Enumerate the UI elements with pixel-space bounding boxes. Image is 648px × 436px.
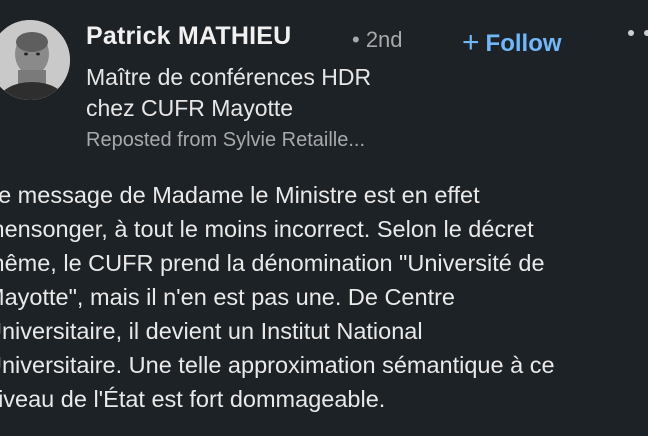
post-body-line: Universitaire. Une telle approximation s… bbox=[0, 352, 555, 378]
repost-attribution[interactable]: Reposted from Sylvie Retaille... bbox=[86, 129, 365, 152]
plus-icon: + bbox=[462, 26, 480, 59]
headline-line: chez CUFR Mayotte bbox=[86, 95, 294, 121]
profile-photo-icon bbox=[0, 20, 70, 100]
follow-label: Follow bbox=[485, 30, 562, 57]
author-avatar[interactable] bbox=[0, 20, 70, 100]
post-body-line: mensonger, à tout le moins incorrect. Se… bbox=[0, 216, 534, 242]
post-body-line: même, le CUFR prend la dénomination "Uni… bbox=[0, 250, 545, 276]
follow-button[interactable]: + Follow bbox=[462, 28, 562, 60]
post-body: Le message de Madame le Ministre est en … bbox=[0, 178, 648, 416]
post-body-line: niveau de l'État est fort dommageable. bbox=[0, 386, 386, 412]
more-dot bbox=[644, 30, 648, 36]
more-options-icon[interactable] bbox=[628, 30, 648, 36]
author-name[interactable]: Patrick MATHIEU bbox=[86, 22, 291, 51]
headline-line: Maître de conférences HDR bbox=[86, 64, 372, 90]
connection-degree: • 2nd bbox=[352, 27, 403, 52]
author-headline: Maître de conférences HDR chez CUFR Mayo… bbox=[86, 62, 371, 124]
more-dot bbox=[628, 30, 634, 36]
post-body-line: Universitaire, il devient un Institut Na… bbox=[0, 318, 423, 344]
post-body-line: Mayotte", mais il n'en est pas une. De C… bbox=[0, 284, 455, 310]
post-body-line: Le message de Madame le Ministre est en … bbox=[0, 182, 480, 208]
post-card: Patrick MATHIEU • 2nd + Follow Maître de… bbox=[0, 0, 648, 436]
